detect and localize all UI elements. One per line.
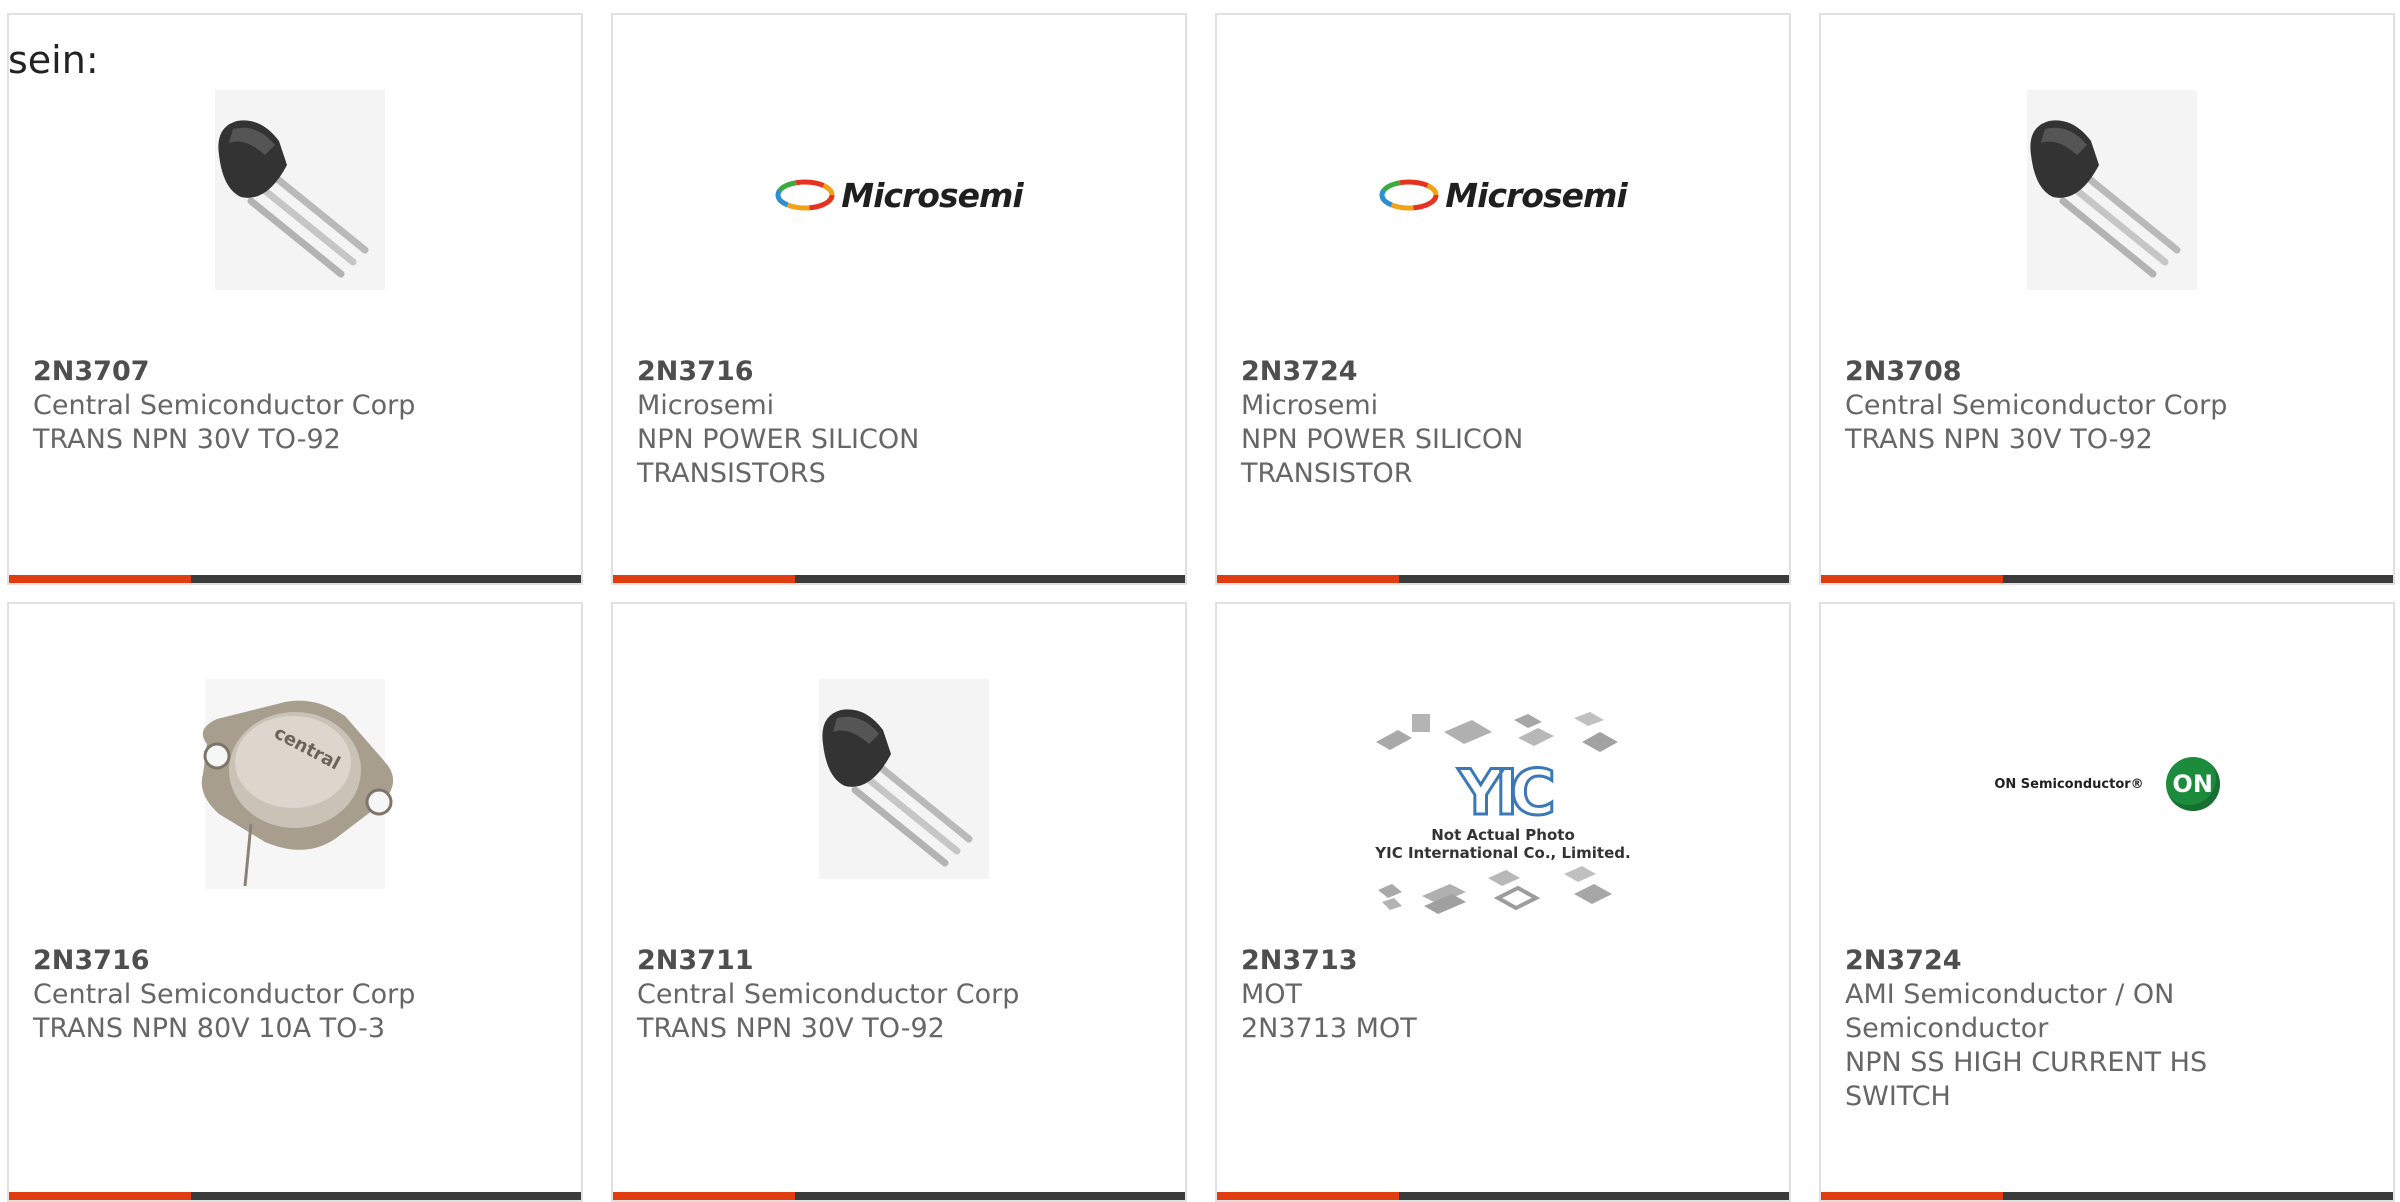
- card-footer-bar: [1821, 1192, 2393, 1200]
- intro-text: sein:: [8, 38, 99, 82]
- product-card[interactable]: central 2N3716 Central Semiconductor Cor…: [7, 602, 583, 1202]
- manufacturer: Microsemi: [637, 390, 775, 421]
- manufacturer: MOT: [1241, 979, 1303, 1010]
- to92-transistor-icon: [215, 90, 385, 290]
- microsemi-logo: Microsemi: [1379, 175, 1628, 215]
- photo-note: YIC International Co., Limited.: [1375, 844, 1631, 862]
- yic-placeholder-image: YIC Not Actual Photo YIC International C…: [1368, 710, 1638, 918]
- product-image[interactable]: Microsemi: [1217, 75, 1789, 315]
- on-badge-icon: ON: [2165, 757, 2220, 811]
- product-card[interactable]: Microsemi 2N3716 Microsemi NPN POWER SIL…: [611, 13, 1187, 585]
- description: TRANS NPN 30V TO-92: [33, 424, 341, 455]
- manufacturer: Semiconductor: [1845, 1013, 2049, 1044]
- product-card[interactable]: Microsemi 2N3724 Microsemi NPN POWER SIL…: [1215, 13, 1791, 585]
- product-card[interactable]: 2N3707 Central Semiconductor Corp TRANS …: [7, 13, 583, 585]
- description: 2N3713 MOT: [1241, 1013, 1417, 1044]
- to3-transistor-icon: central: [201, 679, 394, 889]
- description: NPN SS HIGH CURRENT HS: [1845, 1047, 2208, 1078]
- card-footer-bar: [1217, 575, 1789, 583]
- product-card[interactable]: 2N3708 Central Semiconductor Corp TRANS …: [1819, 13, 2395, 585]
- part-number[interactable]: 2N3713: [1241, 944, 1771, 978]
- logo-text: ON Semiconductor®: [1994, 776, 2144, 792]
- part-number[interactable]: 2N3716: [33, 944, 563, 978]
- product-card[interactable]: ON Semiconductor® ON 2N3724 AMI Semicond…: [1819, 602, 2395, 1202]
- photo-note: Not Actual Photo: [1431, 826, 1575, 844]
- microsemi-swirl-icon: [1379, 179, 1439, 211]
- part-number[interactable]: 2N3724: [1845, 944, 2375, 978]
- product-card[interactable]: 2N3711 Central Semiconductor Corp TRANS …: [611, 602, 1187, 1202]
- product-image[interactable]: [1821, 75, 2393, 315]
- part-number[interactable]: 2N3724: [1241, 355, 1771, 389]
- card-footer-bar: [9, 575, 581, 583]
- manufacturer: Central Semiconductor Corp: [33, 979, 416, 1010]
- chips-top-icon: [1376, 712, 1618, 752]
- description: TRANSISTOR: [1241, 458, 1413, 489]
- product-image[interactable]: [613, 664, 1185, 904]
- product-image[interactable]: YIC Not Actual Photo YIC International C…: [1217, 694, 1789, 934]
- product-card[interactable]: YIC Not Actual Photo YIC International C…: [1215, 602, 1791, 1202]
- description: NPN POWER SILICON: [1241, 424, 1524, 455]
- product-image[interactable]: [9, 75, 581, 315]
- part-number[interactable]: 2N3708: [1845, 355, 2375, 389]
- product-image[interactable]: central: [9, 664, 581, 904]
- to92-transistor-icon: [819, 679, 989, 879]
- logo-text: Microsemi: [1445, 175, 1627, 215]
- chips-bottom-icon: [1378, 866, 1612, 914]
- manufacturer: Central Semiconductor Corp: [637, 979, 1020, 1010]
- manufacturer: Central Semiconductor Corp: [1845, 390, 2228, 421]
- description: TRANSISTORS: [637, 458, 826, 489]
- manufacturer: AMI Semiconductor / ON: [1845, 979, 2175, 1010]
- product-image[interactable]: Microsemi: [613, 75, 1185, 315]
- manufacturer: Microsemi: [1241, 390, 1379, 421]
- part-number[interactable]: 2N3711: [637, 944, 1167, 978]
- card-footer-bar: [1821, 575, 2393, 583]
- microsemi-logo: Microsemi: [775, 175, 1024, 215]
- on-semi-logo: ON Semiconductor® ON: [1994, 757, 2220, 811]
- description: TRANS NPN 80V 10A TO-3: [33, 1013, 386, 1044]
- description: NPN POWER SILICON: [637, 424, 920, 455]
- part-number[interactable]: 2N3707: [33, 355, 563, 389]
- to92-transistor-icon: [2027, 90, 2197, 290]
- yic-logo: YIC: [1457, 756, 1558, 829]
- description: TRANS NPN 30V TO-92: [637, 1013, 945, 1044]
- card-footer-bar: [9, 1192, 581, 1200]
- description: SWITCH: [1845, 1081, 1951, 1112]
- card-footer-bar: [613, 575, 1185, 583]
- logo-text: Microsemi: [841, 175, 1023, 215]
- card-footer-bar: [613, 1192, 1185, 1200]
- microsemi-swirl-icon: [775, 179, 835, 211]
- product-image[interactable]: ON Semiconductor® ON: [1821, 664, 2393, 904]
- part-number[interactable]: 2N3716: [637, 355, 1167, 389]
- manufacturer: Central Semiconductor Corp: [33, 390, 416, 421]
- card-footer-bar: [1217, 1192, 1789, 1200]
- description: TRANS NPN 30V TO-92: [1845, 424, 2153, 455]
